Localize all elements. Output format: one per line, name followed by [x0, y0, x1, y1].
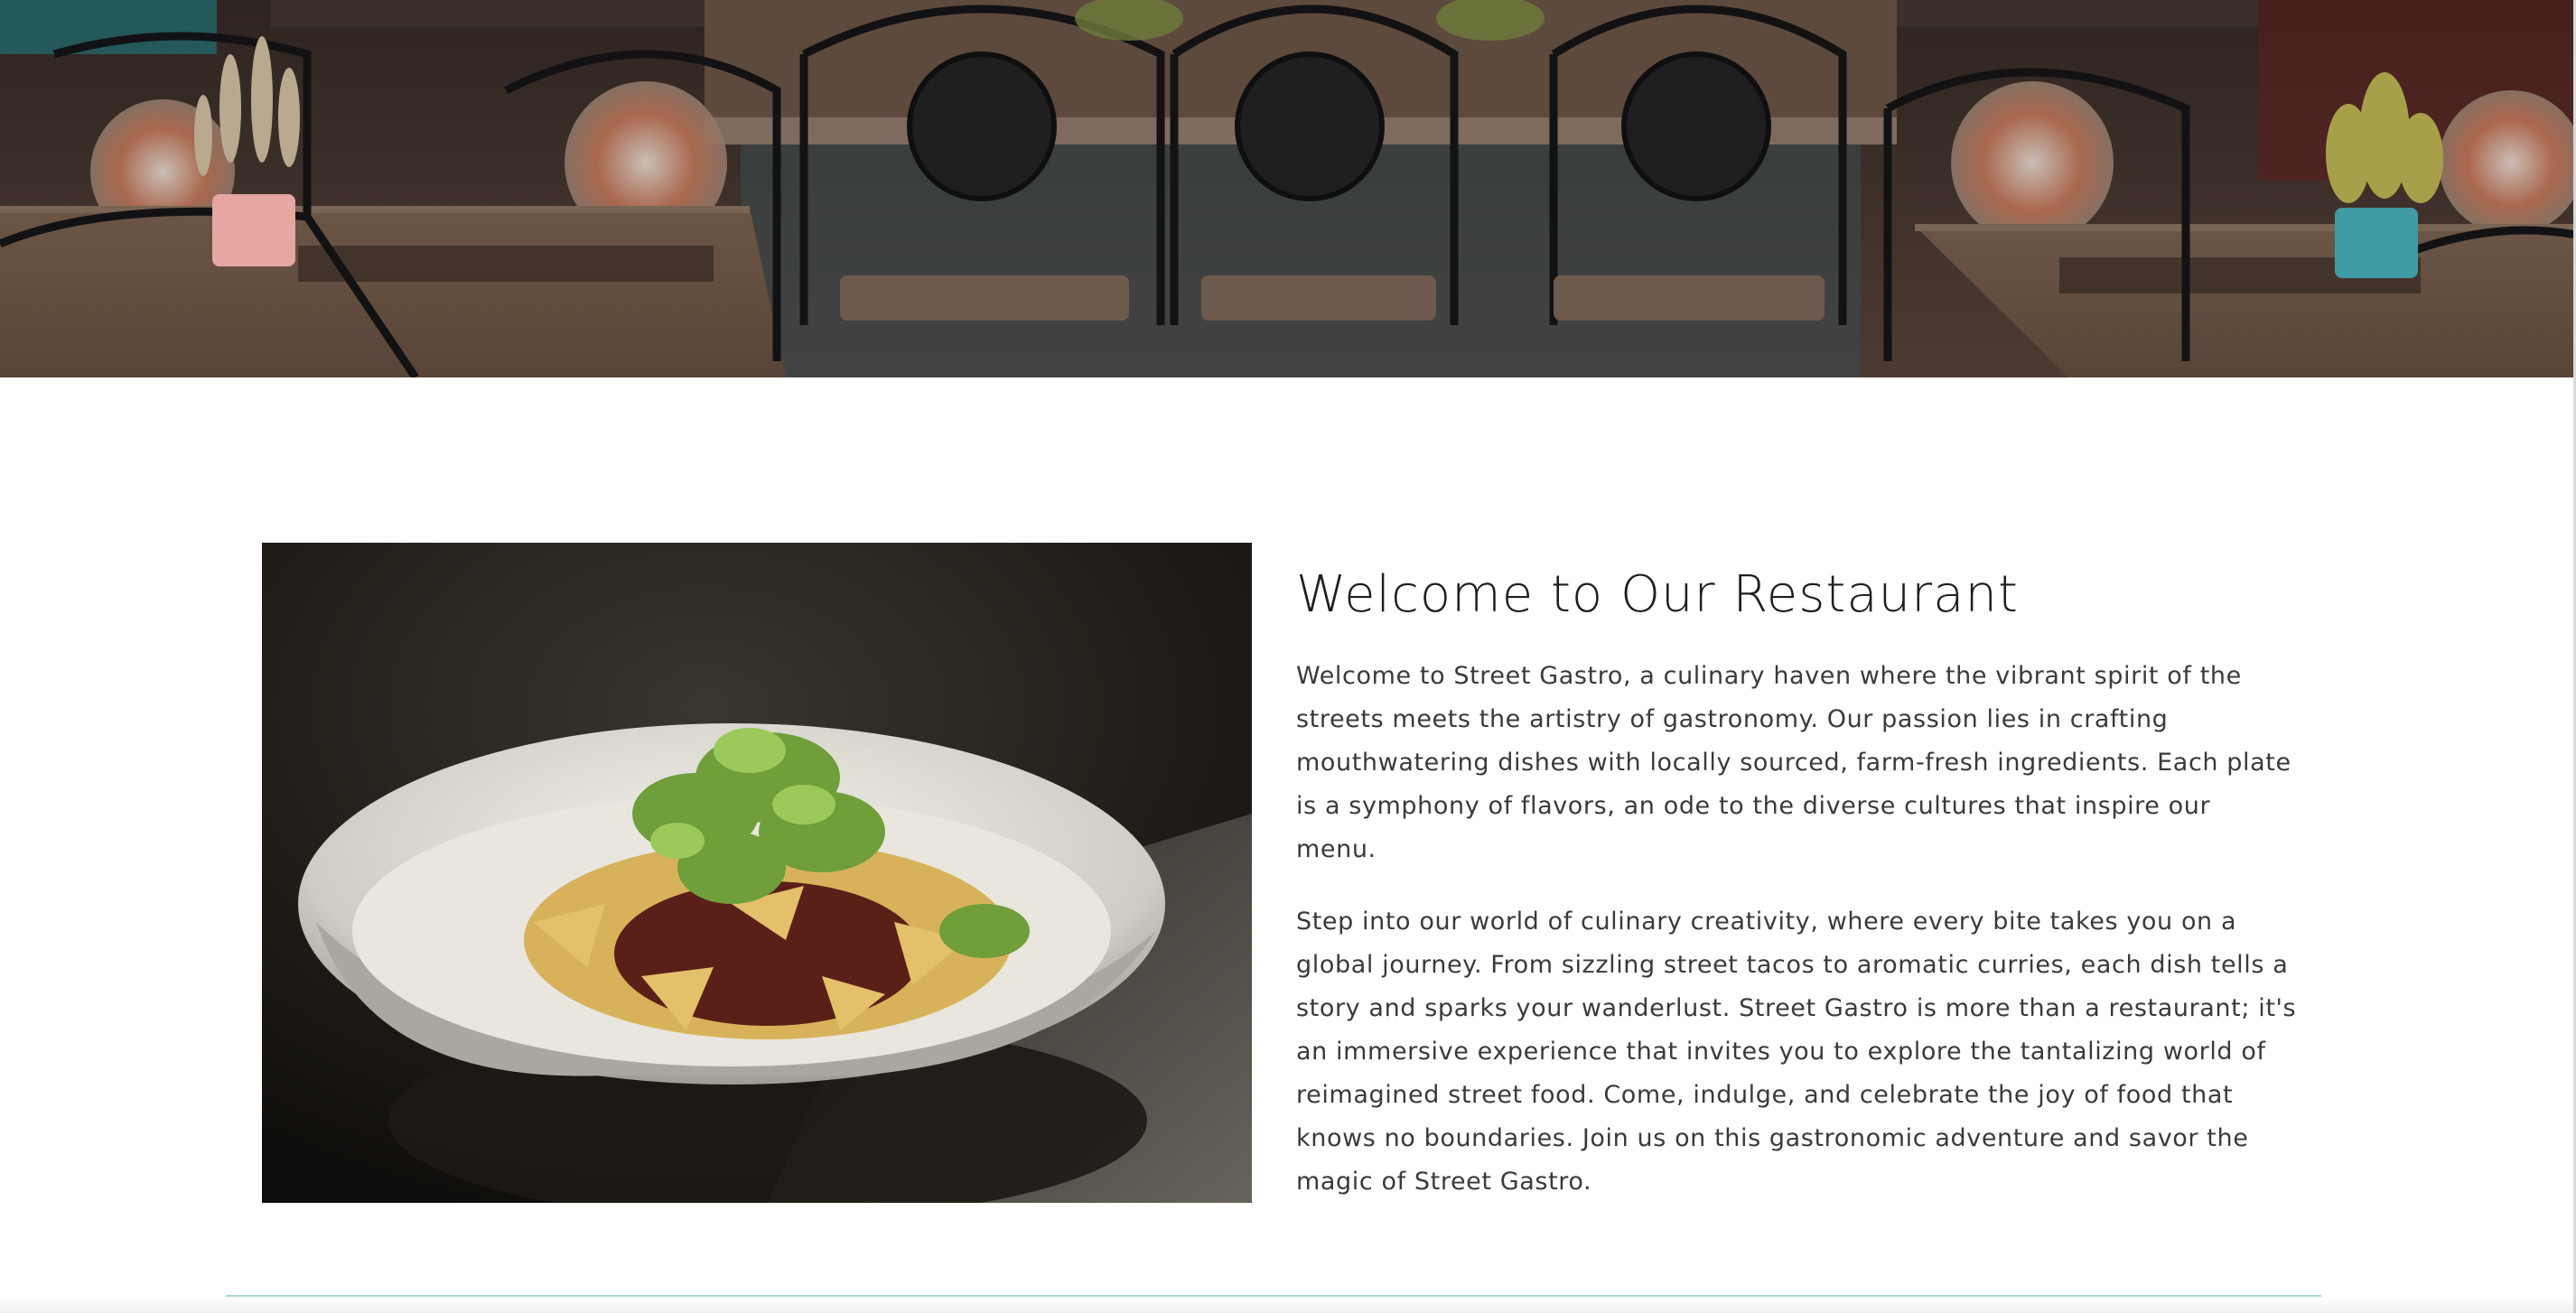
dish-photo-icon [262, 543, 1252, 1203]
intro-paragraph-2: Step into our world of culinary creativi… [1296, 908, 2297, 1196]
intro-section: Welcome to Our Restaurant Welcome to Str… [262, 543, 2321, 1204]
hero-banner-image [0, 0, 2576, 377]
dish-photo [262, 543, 1252, 1203]
restaurant-interior-photo-icon [0, 0, 2576, 377]
bottom-shadow [0, 1297, 2576, 1313]
intro-title: Welcome to Our Restaurant [1296, 565, 2019, 624]
intro-paragraph-1: Welcome to Street Gastro, a culinary hav… [1296, 662, 2291, 863]
intro-text-column: Welcome to Our Restaurant Welcome to Str… [1296, 561, 2299, 1233]
